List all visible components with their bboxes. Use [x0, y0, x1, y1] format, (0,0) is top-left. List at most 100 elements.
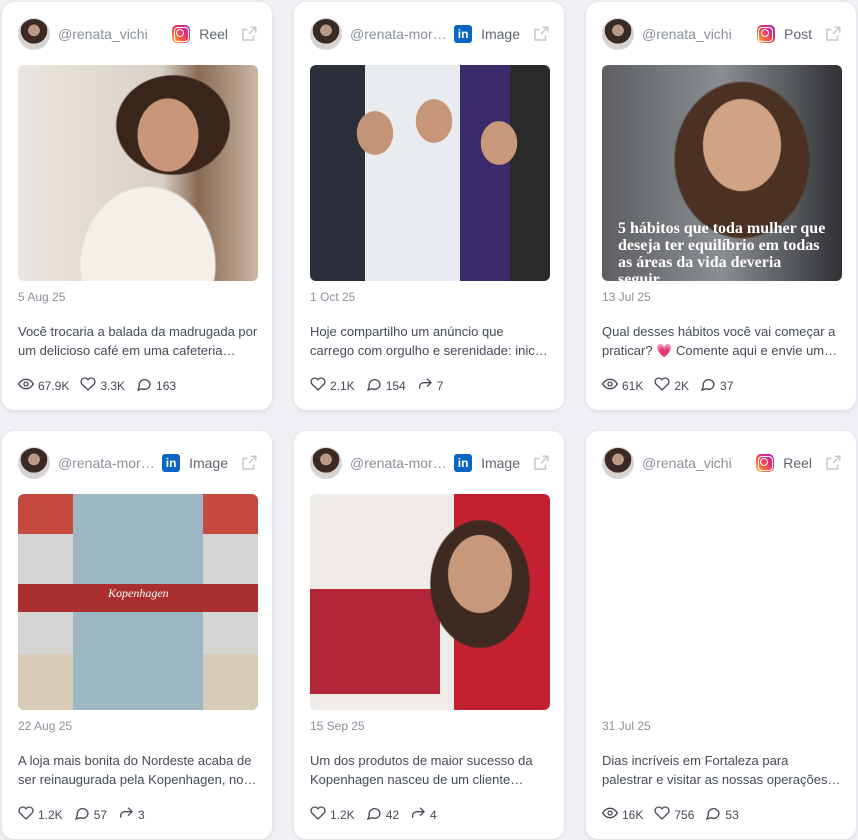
- account-handle[interactable]: @renata-moreira: [58, 455, 158, 471]
- post-card[interactable]: @renata-moreira in Image 15 Sep 25 Um do…: [294, 431, 564, 839]
- heart-icon: [310, 805, 330, 824]
- external-link-icon[interactable]: [824, 25, 842, 43]
- post-image[interactable]: [602, 494, 842, 710]
- external-link-icon[interactable]: [240, 454, 258, 472]
- shares-stat: 3: [118, 805, 145, 824]
- share-icon: [410, 805, 430, 824]
- engagement-stats: 2.1K 154 7: [310, 376, 454, 395]
- post-card[interactable]: @renata_vichi Post 5 hábitos que toda mu…: [586, 2, 856, 410]
- platform-badge: Reel: [172, 25, 228, 43]
- comments-count: 154: [385, 378, 406, 393]
- heart-icon: [654, 805, 674, 824]
- shares-count: 3: [138, 807, 145, 822]
- card-header: @renata-moreira in Image: [310, 18, 550, 50]
- comments-count: 57: [93, 807, 108, 822]
- shares-count: 7: [436, 378, 444, 393]
- likes-count: 1.2K: [330, 807, 355, 822]
- post-type: Reel: [783, 455, 812, 471]
- post-date: 22 Aug 25: [18, 719, 73, 733]
- account-handle[interactable]: @renata_vichi: [642, 455, 742, 471]
- platform-badge: in Image: [454, 25, 520, 43]
- platform-badge: Post: [756, 25, 812, 43]
- comment-icon: [700, 376, 720, 395]
- shares-count: 4: [430, 807, 437, 822]
- likes-stat: 1.2K: [18, 805, 63, 824]
- comments-stat: 163: [136, 376, 176, 395]
- account-handle[interactable]: @renata-moreira: [350, 455, 450, 471]
- likes-stat: 2K: [654, 376, 689, 395]
- likes-count: 2K: [674, 378, 690, 393]
- comment-icon: [366, 805, 386, 824]
- post-card[interactable]: @renata_vichi Reel 31 Jul 25 Dias incrív…: [586, 431, 856, 839]
- eye-icon: [601, 805, 622, 824]
- post-caption: A loja mais bonita do Nordeste acaba de …: [18, 753, 252, 787]
- likes-stat: 756: [654, 805, 694, 824]
- external-link-icon[interactable]: [532, 25, 550, 43]
- likes-count: 756: [674, 807, 695, 822]
- post-date: 5 Aug 25: [18, 290, 66, 304]
- account-handle[interactable]: @renata-moreira: [350, 26, 450, 42]
- post-date: 1 Oct 25: [310, 290, 356, 304]
- avatar[interactable]: [18, 18, 50, 50]
- card-header: @renata_vichi Reel: [602, 447, 842, 479]
- post-date: 15 Sep 25: [310, 719, 365, 733]
- avatar[interactable]: [18, 447, 50, 479]
- post-card[interactable]: @renata-moreira in Image Kopenhagen 22 A…: [2, 431, 272, 839]
- post-image[interactable]: [18, 65, 258, 281]
- linkedin-icon: in: [454, 25, 473, 43]
- card-header: @renata-moreira in Image: [310, 447, 550, 479]
- heart-icon: [80, 376, 100, 395]
- external-link-icon[interactable]: [240, 25, 258, 43]
- likes-count: 1.2K: [38, 807, 63, 822]
- account-handle[interactable]: @renata_vichi: [642, 26, 742, 42]
- image-overlay-text: 5 hábitos que toda mulher que deseja ter…: [618, 220, 826, 281]
- post-image[interactable]: [310, 65, 550, 281]
- post-type: Image: [481, 455, 520, 471]
- comments-stat: 53: [705, 805, 739, 824]
- engagement-stats: 1.2K 57 3: [18, 805, 156, 824]
- post-image[interactable]: [310, 494, 550, 710]
- post-type: Image: [481, 26, 520, 42]
- engagement-stats: 61K 2K 37: [601, 376, 744, 395]
- instagram-icon: [172, 25, 191, 43]
- shares-stat: 7: [417, 376, 444, 395]
- comments-stat: 57: [74, 805, 107, 824]
- comments-count: 53: [725, 807, 739, 822]
- views-count: 67.9K: [38, 378, 70, 393]
- heart-icon: [654, 376, 674, 395]
- comment-icon: [705, 805, 725, 824]
- platform-badge: in Image: [454, 454, 520, 472]
- likes-stat: 3.3K: [80, 376, 125, 395]
- post-date: 31 Jul 25: [602, 719, 651, 733]
- post-card[interactable]: @renata_vichi Reel 5 Aug 25 Você trocari…: [2, 2, 272, 410]
- account-handle[interactable]: @renata_vichi: [58, 26, 158, 42]
- share-icon: [118, 805, 138, 824]
- post-type: Post: [783, 26, 812, 42]
- card-header: @renata_vichi Reel: [18, 18, 258, 50]
- avatar[interactable]: [310, 18, 342, 50]
- likes-stat: 2.1K: [310, 376, 355, 395]
- engagement-stats: 67.9K 3.3K 163: [17, 376, 187, 395]
- card-header: @renata_vichi Post: [602, 18, 842, 50]
- comment-icon: [366, 376, 386, 395]
- post-image[interactable]: Kopenhagen: [18, 494, 258, 710]
- comments-stat: 154: [366, 376, 406, 395]
- likes-stat: 1.2K: [310, 805, 355, 824]
- external-link-icon[interactable]: [824, 454, 842, 472]
- views-stat: 16K: [601, 805, 643, 824]
- avatar[interactable]: [602, 18, 634, 50]
- avatar[interactable]: [310, 447, 342, 479]
- platform-badge: in Image: [162, 454, 228, 472]
- instagram-icon: [756, 25, 775, 43]
- external-link-icon[interactable]: [532, 454, 550, 472]
- post-card[interactable]: @renata-moreira in Image 1 Oct 25 Hoje c…: [294, 2, 564, 410]
- eye-icon: [17, 376, 38, 395]
- engagement-stats: 1.2K 42 4: [310, 805, 448, 824]
- views-stat: 61K: [601, 376, 643, 395]
- eye-icon: [601, 376, 622, 395]
- heart-icon: [18, 805, 38, 824]
- comments-count: 163: [156, 378, 177, 393]
- likes-count: 2.1K: [330, 378, 355, 393]
- avatar[interactable]: [602, 447, 634, 479]
- post-image[interactable]: 5 hábitos que toda mulher que deseja ter…: [602, 65, 842, 281]
